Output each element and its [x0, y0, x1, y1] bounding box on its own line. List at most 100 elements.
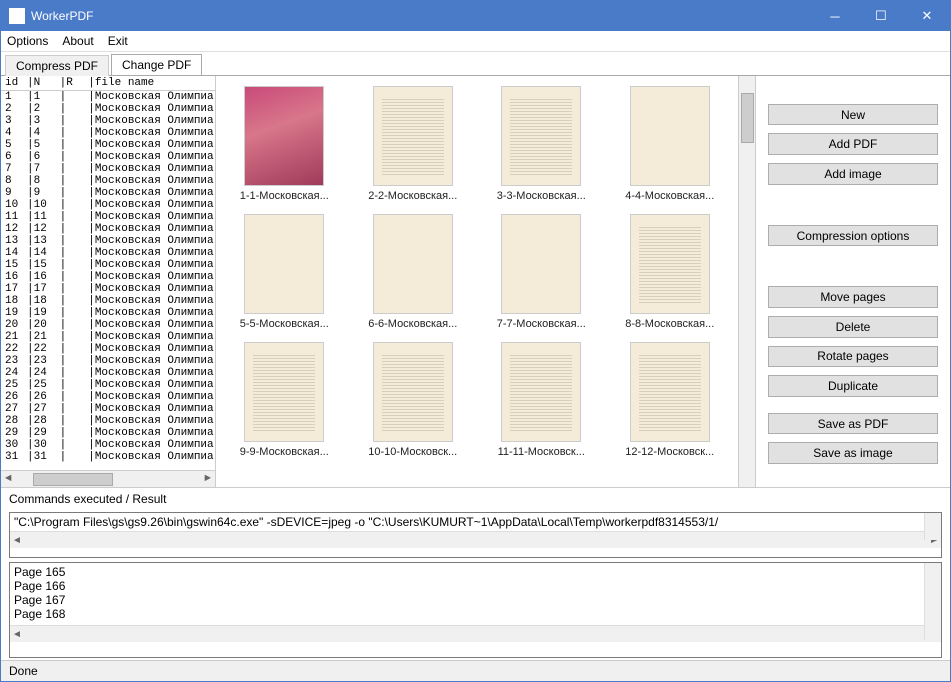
file-list-row[interactable]: 7|7||Московская Олимпиа: [5, 163, 211, 175]
thumbnail-label: 2-2-Московская...: [359, 190, 467, 202]
menu-bar: Options About Exit: [1, 31, 950, 52]
app-icon: [9, 8, 25, 24]
file-list-row[interactable]: 8|8||Московская Олимпиа: [5, 175, 211, 187]
thumbnail-image: [244, 214, 324, 314]
thumbnail-label: 1-1-Московская...: [230, 190, 338, 202]
duplicate-button[interactable]: Duplicate: [768, 375, 938, 397]
thumbnail-item[interactable]: 8-8-Московская...: [610, 214, 731, 330]
file-list-row[interactable]: 27|27||Московская Олимпиа: [5, 403, 211, 415]
result-textbox[interactable]: Page 165 Page 166 Page 167 Page 168 ◄►: [9, 562, 942, 658]
thumbnail-label: 9-9-Московская...: [230, 446, 338, 458]
file-list-row[interactable]: 16|16||Московская Олимпиа: [5, 271, 211, 283]
thumbnail-image: [630, 86, 710, 186]
new-button[interactable]: New: [768, 104, 938, 126]
file-list-row[interactable]: 30|30||Московская Олимпиа: [5, 439, 211, 451]
thumbnail-image: [630, 214, 710, 314]
thumbnail-label: 6-6-Московская...: [359, 318, 467, 330]
file-list-row[interactable]: 2|2||Московская Олимпиа: [5, 103, 211, 115]
window-title: WorkerPDF: [31, 9, 812, 23]
result-text: Page 165 Page 166 Page 167 Page 168: [10, 563, 941, 625]
save-as-pdf-button[interactable]: Save as PDF: [768, 413, 938, 435]
thumbnail-image: [244, 86, 324, 186]
file-list-row[interactable]: 21|21||Московская Олимпиа: [5, 331, 211, 343]
file-list-row[interactable]: 12|12||Московская Олимпиа: [5, 223, 211, 235]
title-bar: WorkerPDF ─ ☐ ✕: [1, 1, 950, 31]
sidebar: New Add PDF Add image Compression option…: [755, 76, 950, 487]
file-list-row[interactable]: 11|11||Московская Олимпиа: [5, 211, 211, 223]
thumbnail-label: 10-10-Московск...: [359, 446, 467, 458]
file-list-row[interactable]: 9|9||Московская Олимпиа: [5, 187, 211, 199]
file-list-row[interactable]: 4|4||Московская Олимпиа: [5, 127, 211, 139]
file-list-row[interactable]: 3|3||Московская Олимпиа: [5, 115, 211, 127]
thumbnail-item[interactable]: 4-4-Московская...: [610, 86, 731, 202]
file-list-row[interactable]: 23|23||Московская Олимпиа: [5, 355, 211, 367]
close-button[interactable]: ✕: [904, 1, 950, 31]
thumbnail-item[interactable]: 7-7-Московская...: [481, 214, 602, 330]
file-list-row[interactable]: 26|26||Московская Олимпиа: [5, 391, 211, 403]
maximize-button[interactable]: ☐: [858, 1, 904, 31]
file-list-row[interactable]: 20|20||Московская Олимпиа: [5, 319, 211, 331]
thumbnail-item[interactable]: 11-11-Московск...: [481, 342, 602, 458]
thumbnail-label: 3-3-Московская...: [487, 190, 595, 202]
thumbnail-vscroll[interactable]: [738, 76, 755, 487]
file-list-hscroll[interactable]: ◄►: [1, 470, 215, 487]
file-list-row[interactable]: 13|13||Московская Олимпиа: [5, 235, 211, 247]
file-list-row[interactable]: 1|1||Московская Олимпиа: [5, 91, 211, 103]
thumbnail-image: [501, 86, 581, 186]
thumbnail-image: [630, 342, 710, 442]
thumbnail-label: 11-11-Московск...: [487, 446, 595, 458]
tab-change-pdf[interactable]: Change PDF: [111, 54, 202, 75]
file-list-row[interactable]: 10|10||Московская Олимпиа: [5, 199, 211, 211]
file-list-header: id|N|R|file name: [1, 76, 215, 91]
file-list-row[interactable]: 5|5||Московская Олимпиа: [5, 139, 211, 151]
thumbnail-item[interactable]: 10-10-Московск...: [353, 342, 474, 458]
thumbnail-item[interactable]: 1-1-Московская...: [224, 86, 345, 202]
file-list-row[interactable]: 18|18||Московская Олимпиа: [5, 295, 211, 307]
thumbnail-label: 12-12-Московск...: [616, 446, 724, 458]
thumbnail-image: [501, 214, 581, 314]
thumbnail-item[interactable]: 5-5-Московская...: [224, 214, 345, 330]
file-list-row[interactable]: 24|24||Московская Олимпиа: [5, 367, 211, 379]
thumbnail-item[interactable]: 9-9-Московская...: [224, 342, 345, 458]
thumbnail-label: 5-5-Московская...: [230, 318, 338, 330]
minimize-button[interactable]: ─: [812, 1, 858, 31]
add-pdf-button[interactable]: Add PDF: [768, 133, 938, 155]
file-list-row[interactable]: 29|29||Московская Олимпиа: [5, 427, 211, 439]
tab-compress-pdf[interactable]: Compress PDF: [5, 55, 109, 76]
thumbnail-label: 4-4-Московская...: [616, 190, 724, 202]
file-list-row[interactable]: 28|28||Московская Олимпиа: [5, 415, 211, 427]
command-text: "C:\Program Files\gs\gs9.26\bin\gswin64c…: [10, 513, 941, 531]
add-image-button[interactable]: Add image: [768, 163, 938, 185]
file-list[interactable]: id|N|R|file name 1|1||Московская Олимпиа…: [1, 76, 216, 487]
compression-options-button[interactable]: Compression options: [768, 225, 938, 247]
status-bar: Done: [1, 660, 950, 681]
file-list-row[interactable]: 17|17||Московская Олимпиа: [5, 283, 211, 295]
file-list-row[interactable]: 14|14||Московская Олимпиа: [5, 247, 211, 259]
file-list-row[interactable]: 25|25||Московская Олимпиа: [5, 379, 211, 391]
thumbnail-image: [501, 342, 581, 442]
command-textbox[interactable]: "C:\Program Files\gs\gs9.26\bin\gswin64c…: [9, 512, 942, 558]
thumbnail-grid[interactable]: 1-1-Московская... 2-2-Московская... 3-3-Мо…: [216, 76, 738, 487]
thumbnail-image: [373, 86, 453, 186]
thumbnail-item[interactable]: 3-3-Московская...: [481, 86, 602, 202]
delete-button[interactable]: Delete: [768, 316, 938, 338]
menu-about[interactable]: About: [62, 34, 93, 48]
file-list-row[interactable]: 31|31||Московская Олимпиа: [5, 451, 211, 463]
file-list-row[interactable]: 15|15||Московская Олимпиа: [5, 259, 211, 271]
thumbnail-item[interactable]: 2-2-Московская...: [353, 86, 474, 202]
move-pages-button[interactable]: Move pages: [768, 286, 938, 308]
commands-label: Commands executed / Result: [9, 492, 942, 506]
thumbnail-image: [244, 342, 324, 442]
menu-exit[interactable]: Exit: [108, 34, 128, 48]
thumbnail-label: 8-8-Московская...: [616, 318, 724, 330]
thumbnail-image: [373, 342, 453, 442]
file-list-row[interactable]: 6|6||Московская Олимпиа: [5, 151, 211, 163]
file-list-row[interactable]: 19|19||Московская Олимпиа: [5, 307, 211, 319]
save-as-image-button[interactable]: Save as image: [768, 442, 938, 464]
thumbnail-item[interactable]: 12-12-Московск...: [610, 342, 731, 458]
rotate-pages-button[interactable]: Rotate pages: [768, 346, 938, 368]
thumbnail-item[interactable]: 6-6-Московская...: [353, 214, 474, 330]
file-list-row[interactable]: 22|22||Московская Олимпиа: [5, 343, 211, 355]
menu-options[interactable]: Options: [7, 34, 48, 48]
thumbnail-image: [373, 214, 453, 314]
